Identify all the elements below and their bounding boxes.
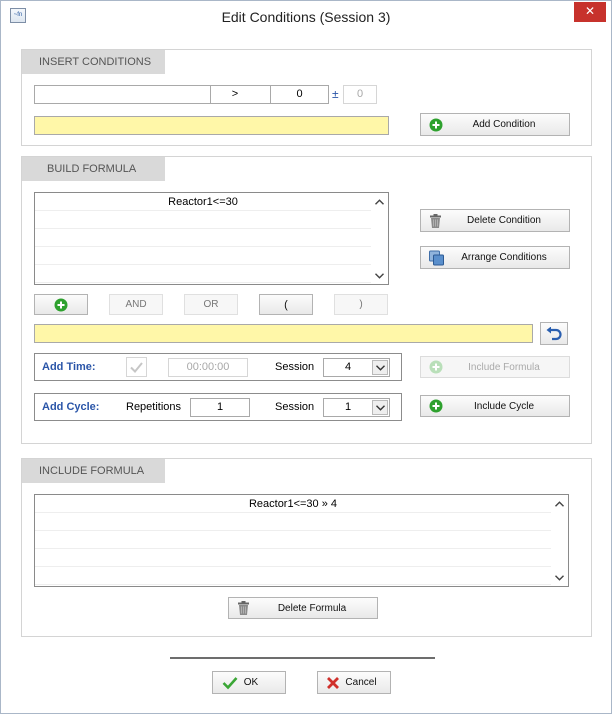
delete-formula-label: Delete Formula bbox=[277, 602, 347, 614]
cycle-session-dropdown[interactable]: 1 bbox=[323, 398, 390, 417]
condition-text-field[interactable] bbox=[34, 116, 389, 135]
scroll-down-icon[interactable] bbox=[551, 569, 568, 586]
tolerance-input[interactable]: 0 bbox=[343, 85, 377, 104]
arrange-icon bbox=[429, 250, 444, 265]
footer-divider bbox=[170, 657, 435, 659]
add-cycle-group: Add Cycle: Repetitions 1 Session 1 bbox=[34, 393, 402, 421]
session-label: Session bbox=[275, 401, 315, 413]
session-label: Session bbox=[275, 361, 315, 373]
check-icon bbox=[222, 676, 238, 689]
list-item[interactable] bbox=[35, 549, 551, 567]
repetitions-input[interactable]: 1 bbox=[190, 398, 250, 417]
add-circle-icon bbox=[429, 399, 443, 413]
delete-condition-label: Delete Condition bbox=[467, 215, 541, 226]
add-cycle-label: Add Cycle: bbox=[42, 401, 100, 413]
undo-icon bbox=[546, 326, 562, 341]
list-item[interactable] bbox=[35, 229, 371, 247]
list-item[interactable] bbox=[35, 531, 551, 549]
cancel-button[interactable]: Cancel bbox=[317, 671, 391, 694]
formulas-scrollbar[interactable] bbox=[551, 495, 568, 586]
list-item[interactable]: Reactor1<=30 bbox=[35, 193, 371, 211]
list-item[interactable] bbox=[35, 567, 551, 585]
include-formula-label: Include Formula bbox=[468, 361, 540, 373]
scroll-up-icon[interactable] bbox=[371, 193, 388, 210]
window-title: Edit Conditions (Session 3) bbox=[221, 9, 391, 25]
delete-formula-button[interactable]: Delete Formula bbox=[228, 597, 378, 619]
conditions-list[interactable]: Reactor1<=30 bbox=[34, 192, 389, 285]
formula-text-field[interactable] bbox=[34, 324, 533, 343]
build-formula-panel: BUILD FORMULA Reactor1<=30 Delete Condit… bbox=[21, 156, 592, 444]
formulas-list[interactable]: Reactor1<=30 » 4 bbox=[34, 494, 569, 587]
cross-icon bbox=[326, 676, 340, 690]
list-item[interactable] bbox=[35, 247, 371, 265]
cycle-session-value: 1 bbox=[344, 401, 352, 413]
list-item[interactable] bbox=[35, 513, 551, 531]
add-condition-button[interactable]: Add Condition bbox=[420, 113, 570, 136]
include-cycle-label: Include Cycle bbox=[473, 400, 535, 412]
edit-conditions-window: ~fn Edit Conditions (Session 3) ✕ INSERT… bbox=[0, 0, 612, 714]
delete-condition-button[interactable]: Delete Condition bbox=[420, 209, 570, 232]
close-paren-button[interactable]: ) bbox=[334, 294, 388, 315]
time-session-dropdown[interactable]: 4 bbox=[323, 358, 390, 377]
include-cycle-button[interactable]: Include Cycle bbox=[420, 395, 570, 417]
threshold-input[interactable]: 0 bbox=[270, 85, 329, 104]
build-formula-header: BUILD FORMULA bbox=[22, 157, 165, 181]
chevron-down-icon[interactable] bbox=[372, 400, 388, 415]
insert-conditions-panel: INSERT CONDITIONS > 0 ± 0 Add Condition bbox=[21, 49, 592, 146]
add-time-group: Add Time: 00:00:00 Session 4 bbox=[34, 353, 402, 381]
time-input[interactable]: 00:00:00 bbox=[168, 358, 248, 377]
arrange-conditions-label: Arrange Conditions bbox=[461, 252, 547, 263]
add-circle-icon bbox=[54, 298, 68, 312]
variable-dropdown[interactable] bbox=[34, 85, 228, 104]
open-paren-button[interactable]: ( bbox=[259, 294, 313, 315]
add-circle-icon bbox=[429, 118, 443, 132]
add-to-formula-button[interactable] bbox=[34, 294, 88, 315]
add-condition-label: Add Condition bbox=[472, 119, 536, 130]
trash-icon bbox=[429, 213, 442, 228]
or-button[interactable]: OR bbox=[184, 294, 238, 315]
tolerance-symbol: ± bbox=[332, 87, 339, 101]
repetitions-label: Repetitions bbox=[126, 401, 182, 413]
list-item[interactable]: Reactor1<=30 » 4 bbox=[35, 495, 551, 513]
add-circle-icon bbox=[429, 360, 443, 374]
ok-button[interactable]: OK bbox=[212, 671, 286, 694]
include-formula-button[interactable]: Include Formula bbox=[420, 356, 570, 378]
list-item[interactable] bbox=[35, 211, 371, 229]
ok-label: OK bbox=[243, 677, 259, 688]
add-time-checkbox[interactable] bbox=[126, 357, 147, 377]
scroll-up-icon[interactable] bbox=[551, 495, 568, 512]
list-item[interactable] bbox=[35, 265, 371, 283]
time-session-value: 4 bbox=[344, 361, 352, 373]
scroll-down-icon[interactable] bbox=[371, 267, 388, 284]
and-button[interactable]: AND bbox=[109, 294, 163, 315]
undo-button[interactable] bbox=[540, 322, 568, 345]
insert-conditions-header: INSERT CONDITIONS bbox=[22, 50, 165, 74]
conditions-scrollbar[interactable] bbox=[371, 193, 388, 284]
title-bar: ~fn Edit Conditions (Session 3) ✕ bbox=[1, 1, 611, 32]
chevron-down-icon[interactable] bbox=[372, 360, 388, 375]
add-time-label: Add Time: bbox=[42, 361, 96, 373]
arrange-conditions-button[interactable]: Arrange Conditions bbox=[420, 246, 570, 269]
trash-icon bbox=[237, 601, 250, 616]
include-formula-panel: INCLUDE FORMULA Reactor1<=30 » 4 Delete … bbox=[21, 458, 592, 637]
check-icon bbox=[130, 361, 143, 373]
close-button[interactable]: ✕ bbox=[574, 2, 606, 22]
include-formula-header: INCLUDE FORMULA bbox=[22, 459, 165, 483]
operator-value: > bbox=[231, 88, 239, 100]
